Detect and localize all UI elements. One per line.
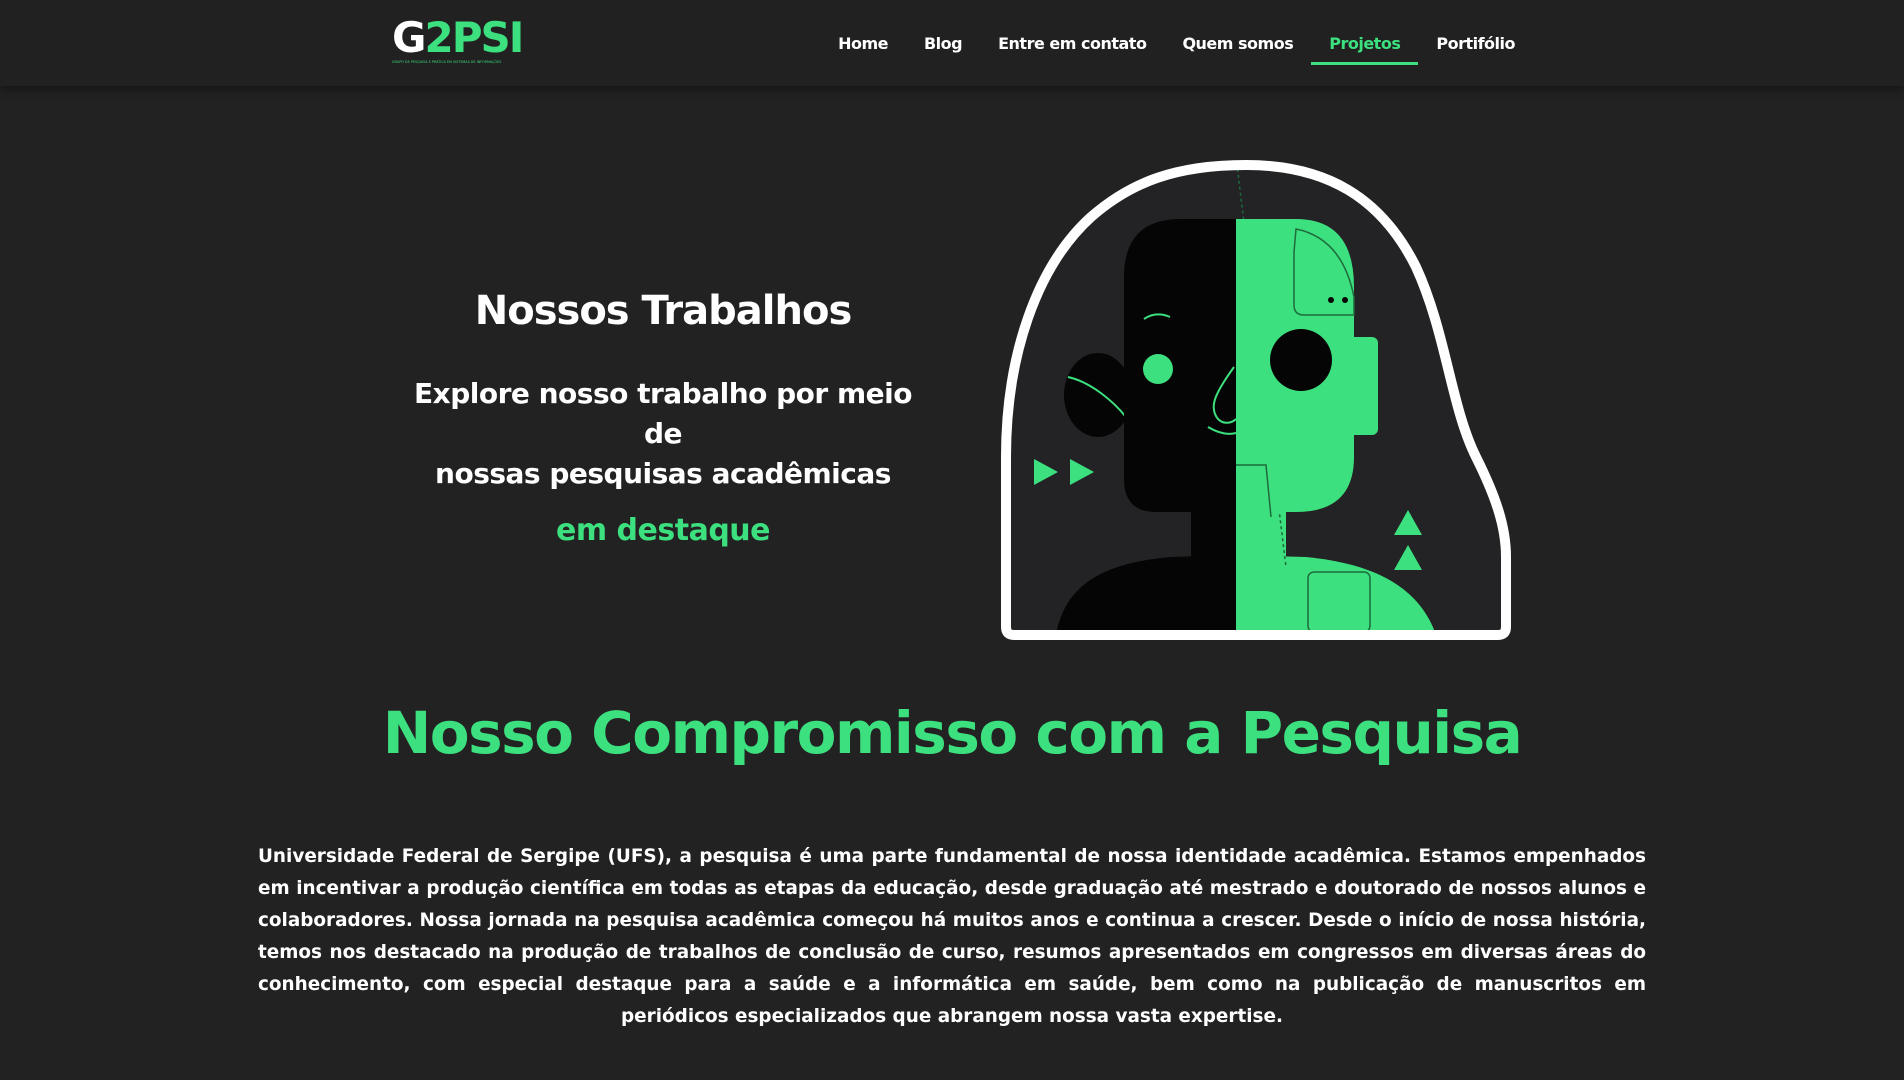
hero-subtitle: Explore nosso trabalho por meio de nossa…: [403, 374, 923, 494]
hero-subtitle-line-2: nossas pesquisas acadêmicas: [435, 457, 891, 490]
nav-contact[interactable]: Entre em contato: [980, 0, 1164, 86]
logo-wordmark: G 2 PSI: [392, 13, 524, 62]
site-logo[interactable]: G 2 PSI GRUPO DE PESQUISA E PRÁTICA EM SIS…: [392, 13, 524, 66]
hero-title: Nossos Trabalhos: [474, 288, 853, 334]
ear: [1064, 353, 1132, 437]
nav-blog[interactable]: Blog: [906, 0, 980, 86]
eye-left: [1143, 354, 1173, 384]
face-dark-half: [1124, 219, 1236, 512]
hero-text: Nossos Trabalhos Explore nosso trabalho …: [403, 280, 923, 552]
logo-tagline: GRUPO DE PESQUISA E PRÁTICA EM SISTEMAS …: [392, 60, 502, 64]
commitment-title: Nosso Compromisso com a Pesquisa: [382, 699, 1523, 767]
nav-projects[interactable]: Projetos: [1311, 0, 1419, 86]
nav-about[interactable]: Quem somos: [1164, 0, 1311, 86]
main-nav: Home Blog Entre em contato Quem somos Pr…: [820, 0, 1533, 86]
commitment-body: Universidade Federal de Sergipe (UFS), a…: [258, 846, 1646, 1027]
hero-illustration: [1001, 160, 1511, 640]
hero-highlight: em destaque: [556, 513, 771, 548]
navbar: G 2 PSI GRUPO DE PESQUISA E PRÁTICA EM SIS…: [0, 0, 1904, 86]
nav-home[interactable]: Home: [820, 0, 906, 86]
eye-right: [1270, 329, 1332, 391]
nav-portfolio[interactable]: Portifólio: [1418, 0, 1533, 86]
hero-subtitle-line-1: Explore nosso trabalho por meio de: [414, 377, 912, 450]
